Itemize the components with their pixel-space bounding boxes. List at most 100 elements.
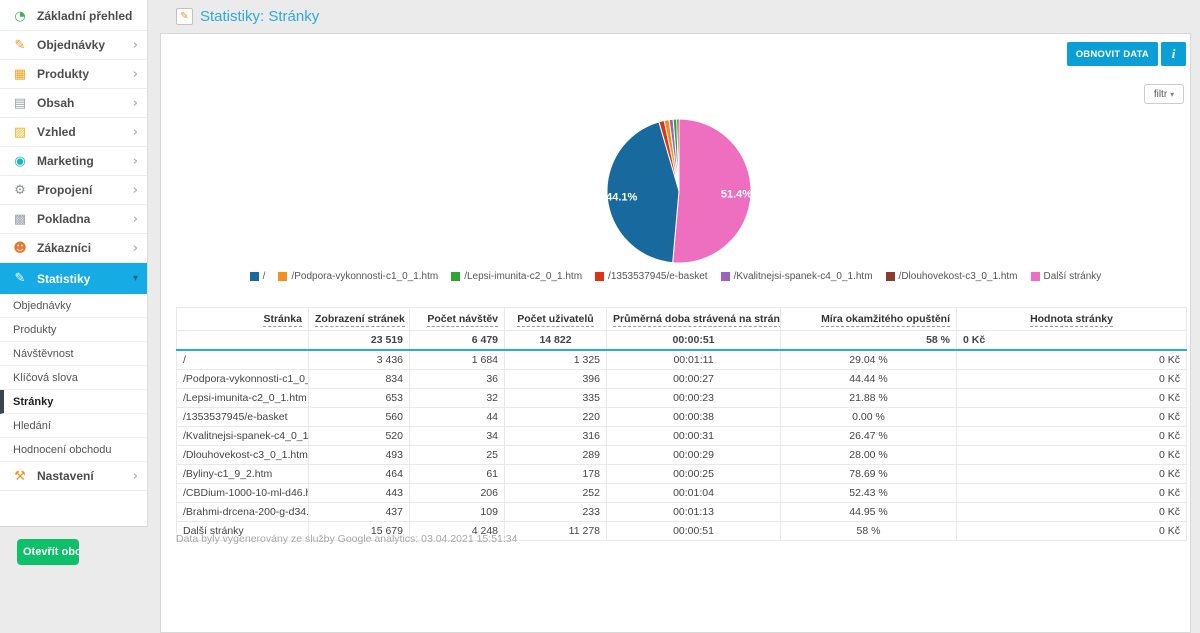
sidebar-item-label: Marketing — [37, 154, 94, 168]
chevron-right-icon: › — [133, 212, 138, 227]
sidebar-item[interactable]: ▤ Obsah › — [0, 89, 147, 118]
totals-cell: 14 822 — [505, 331, 607, 351]
table-cell: 834 — [309, 370, 410, 389]
column-header[interactable]: Počet návštěv — [410, 308, 505, 331]
filter-dropdown[interactable]: filtr ▾ — [1144, 84, 1184, 104]
table-cell: 00:01:04 — [607, 484, 781, 503]
sidebar-item-nastaveni[interactable]: ⚒ Nastavení › — [0, 462, 147, 491]
sidebar-subitem-label: Produkty — [13, 324, 56, 336]
legend-label: /Podpora-vykonnosti-c1_0_1.htm — [291, 271, 438, 282]
table-cell: 109 — [410, 503, 505, 522]
sidebar-subitem-label: Hodnocení obchodu — [13, 444, 111, 456]
table-cell: 0 Kč — [957, 503, 1187, 522]
sidebar-item[interactable]: ✎ Objednávky › — [0, 31, 147, 60]
table-cell: 61 — [410, 465, 505, 484]
sidebar-subitem[interactable]: Objednávky — [0, 294, 147, 318]
legend-label: /1353537945/e-basket — [608, 271, 708, 282]
pie-slice-label: 51.4% — [721, 189, 752, 201]
pages-stats-table: Stránka Zobrazení stránek Počet návštěv … — [176, 307, 1187, 541]
sidebar-subitem-label: Stránky — [13, 396, 53, 408]
table-cell: 44 — [410, 408, 505, 427]
column-header-label: Zobrazení stránek — [315, 313, 405, 327]
sidebar-subitem[interactable]: Návštěvnost — [0, 342, 147, 366]
chevron-right-icon: › — [133, 154, 138, 169]
table-cell: /Lepsi-imunita-c2_0_1.htm — [177, 389, 309, 408]
table-cell: /1353537945/e-basket — [177, 408, 309, 427]
sidebar-item-label: Nastavení — [37, 469, 94, 483]
sidebar-item-label: Propojení — [37, 183, 92, 197]
table-cell: 335 — [505, 389, 607, 408]
table-cell: 206 — [410, 484, 505, 503]
table-cell: 00:00:23 — [607, 389, 781, 408]
table-cell: 493 — [309, 446, 410, 465]
sidebar-item[interactable]: ▩ Pokladna › — [0, 205, 147, 234]
sidebar-subitem[interactable]: Stránky — [0, 390, 147, 414]
table-cell: 653 — [309, 389, 410, 408]
table-cell: 0 Kč — [957, 389, 1187, 408]
column-header[interactable]: Zobrazení stránek — [309, 308, 410, 331]
table-cell: 1 325 — [505, 350, 607, 370]
totals-cell: 23 519 — [309, 331, 410, 351]
chevron-right-icon: › — [133, 183, 138, 198]
sidebar-item[interactable]: ▦ Produkty › — [0, 60, 147, 89]
sidebar-item[interactable]: ▨ Vzhled › — [0, 118, 147, 147]
sidebar-item[interactable]: ◔ Základní přehled — [0, 2, 147, 31]
legend-swatch — [595, 272, 604, 281]
column-header[interactable]: Stránka — [177, 308, 309, 331]
sidebar-subitem-label: Objednávky — [13, 300, 71, 312]
table-cell: 437 — [309, 503, 410, 522]
sidebar-item-icon: ▤ — [11, 97, 29, 110]
sidebar-item-label: Pokladna — [37, 212, 90, 226]
table-cell: 25 — [410, 446, 505, 465]
column-header[interactable]: Hodnota stránky — [957, 308, 1187, 331]
table-cell: 233 — [505, 503, 607, 522]
column-header[interactable]: Počet uživatelů — [505, 308, 607, 331]
totals-cell: 00:00:51 — [607, 331, 781, 351]
table-cell: 252 — [505, 484, 607, 503]
column-header[interactable]: Míra okamžitého opuštění — [781, 308, 957, 331]
info-button[interactable]: i — [1161, 42, 1186, 66]
table-cell: /Podpora-vykonnosti-c1_0_1.htm — [177, 370, 309, 389]
clipboard-icon: ✎ — [176, 8, 193, 25]
sidebar-item-statistiky[interactable]: ✎ Statistiky ▾ — [0, 263, 147, 294]
table-cell: 443 — [309, 484, 410, 503]
table-cell: 26.47 % — [781, 427, 957, 446]
table-cell: 44.95 % — [781, 503, 957, 522]
column-header-label: Stránka — [263, 313, 302, 327]
table-cell: 0.00 % — [781, 408, 957, 427]
sidebar-item[interactable]: ◉ Marketing › — [0, 147, 147, 176]
sidebar-subitem[interactable]: Produkty — [0, 318, 147, 342]
sidebar-item-icon: ⚙ — [11, 184, 29, 197]
table-cell: 11 278 — [505, 522, 607, 541]
sidebar-item-icon: ◉ — [11, 155, 29, 168]
sidebar-subitem[interactable]: Hodnocení obchodu — [0, 438, 147, 462]
open-shop-button[interactable]: Otevřít obchod — [17, 539, 79, 565]
table-cell: 0 Kč — [957, 465, 1187, 484]
table-cell: /Dlouhovekost-c3_0_1.htm — [177, 446, 309, 465]
column-header[interactable]: Průměrná doba strávená na stránce — [607, 308, 781, 331]
sidebar-item[interactable]: ☻ Zákazníci › — [0, 234, 147, 263]
table-row: /Podpora-vykonnosti-c1_0_1.htm 834 36 39… — [177, 370, 1187, 389]
table-cell: 0 Kč — [957, 350, 1187, 370]
legend-item: /Dlouhovekost-c3_0_1.htm — [886, 271, 1018, 282]
table-row: / 3 436 1 684 1 325 00:01:11 29.04 % 0 K… — [177, 350, 1187, 370]
table-cell: 0 Kč — [957, 370, 1187, 389]
table-cell: 220 — [505, 408, 607, 427]
sidebar-subitem[interactable]: Klíčová slova — [0, 366, 147, 390]
sidebar-item-icon: ▩ — [11, 213, 29, 226]
refresh-data-button[interactable]: OBNOVIT DATA — [1067, 42, 1158, 66]
sidebar-item[interactable]: ⚙ Propojení › — [0, 176, 147, 205]
sidebar-subitem-label: Hledání — [13, 420, 51, 432]
column-header-label: Hodnota stránky — [1030, 313, 1113, 327]
table-body: / 3 436 1 684 1 325 00:01:11 29.04 % 0 K… — [177, 350, 1187, 541]
chevron-right-icon: › — [133, 125, 138, 140]
table-cell: 178 — [505, 465, 607, 484]
table-cell: 29.04 % — [781, 350, 957, 370]
table-cell: 316 — [505, 427, 607, 446]
sidebar-subitem[interactable]: Hledání — [0, 414, 147, 438]
table-cell: 34 — [410, 427, 505, 446]
table-cell: 00:00:38 — [607, 408, 781, 427]
table-cell: 464 — [309, 465, 410, 484]
totals-cell: 6 479 — [410, 331, 505, 351]
legend-label: /Kvalitnejsi-spanek-c4_0_1.htm — [734, 271, 873, 282]
